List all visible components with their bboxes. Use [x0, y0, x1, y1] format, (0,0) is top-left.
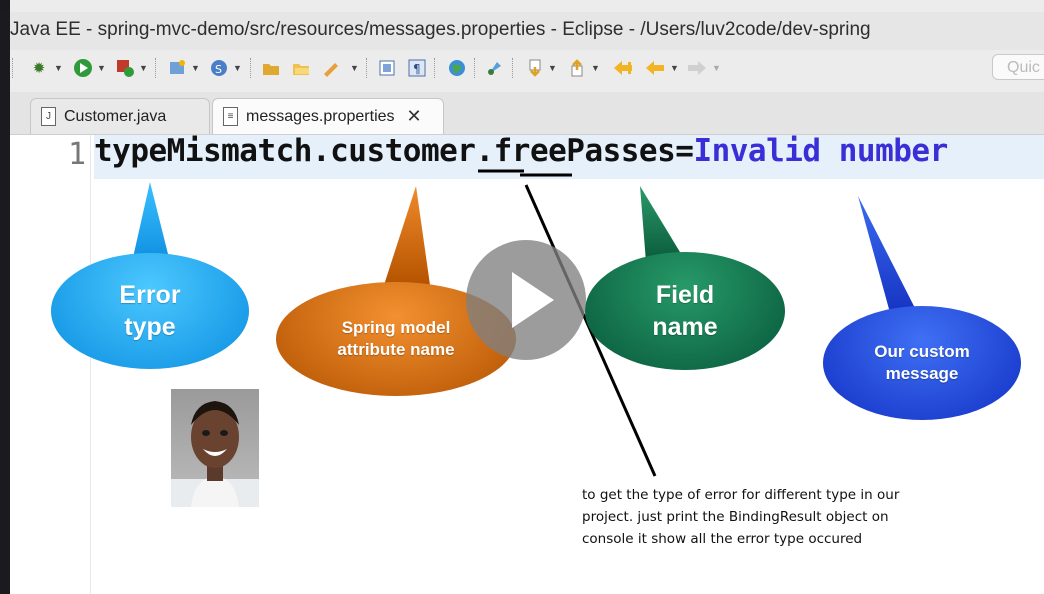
annotation-note: to get the type of error for different t… — [582, 487, 900, 547]
field-name-bubble: Field name — [585, 252, 785, 370]
instructor-photo — [171, 389, 259, 507]
field-name-pointer — [640, 186, 686, 262]
video-play-button[interactable] — [466, 240, 586, 360]
model-attribute-label: Spring model attribute name — [337, 317, 455, 359]
error-type-label: Error type — [119, 280, 181, 342]
play-icon — [512, 272, 554, 328]
model-attribute-pointer — [384, 186, 430, 285]
custom-message-pointer — [858, 196, 918, 320]
custom-message-bubble: Our custom message — [823, 306, 1021, 420]
error-type-bubble: Error type — [51, 253, 249, 369]
field-name-label: Field name — [652, 280, 718, 342]
error-type-pointer — [132, 182, 170, 262]
custom-message-label: Our custom message — [874, 341, 970, 383]
